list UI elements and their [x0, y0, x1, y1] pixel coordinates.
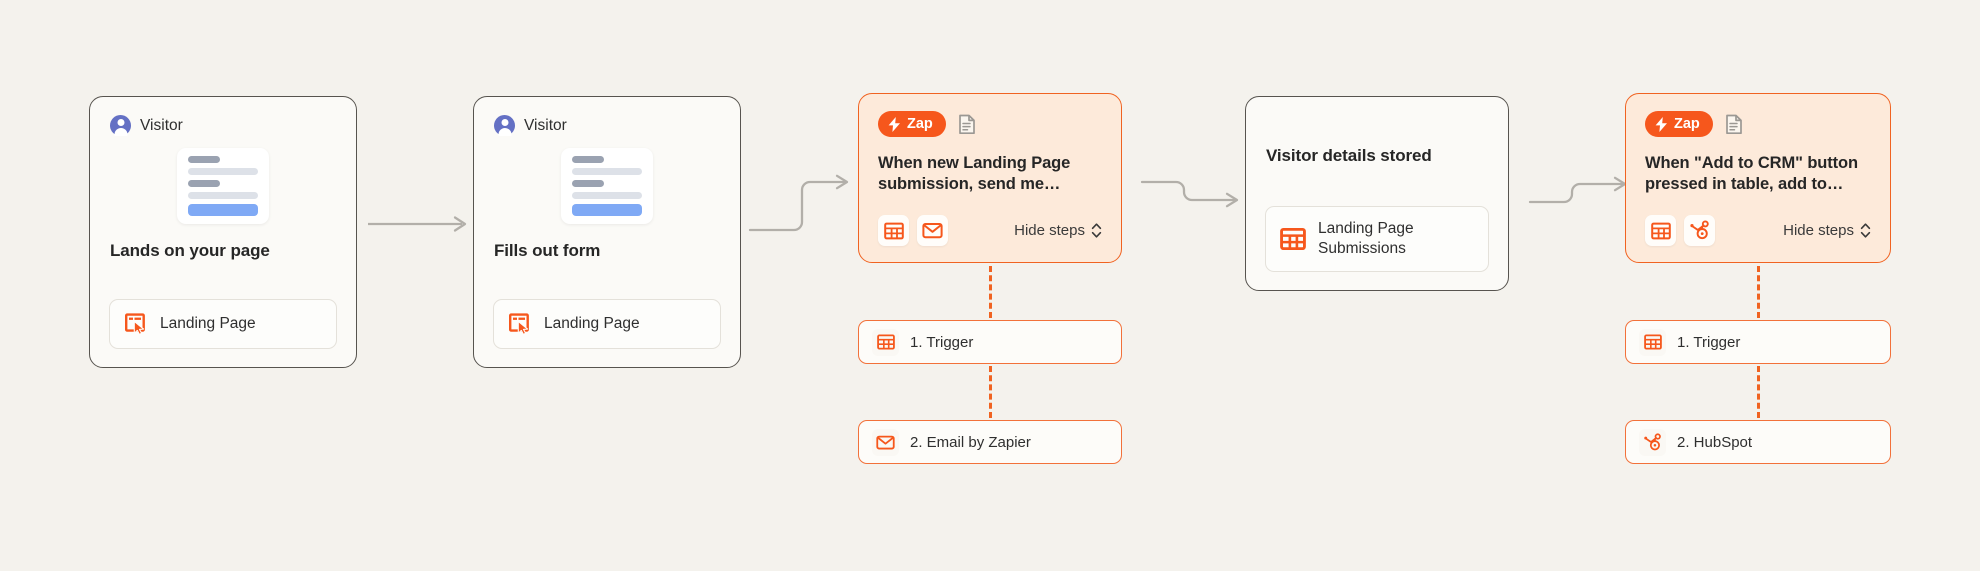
connector-3 — [1140, 168, 1248, 224]
app-chip-landing-page[interactable]: Landing Page — [493, 299, 721, 349]
card-zap-hubspot[interactable]: Zap When "Add to CRM" button pressed in … — [1625, 93, 1891, 263]
zap-step-2[interactable]: 2. Email by Zapier — [858, 420, 1122, 464]
step-dashed-line — [989, 366, 992, 418]
tables-icon[interactable] — [1645, 215, 1676, 246]
step-label: 2. HubSpot — [1677, 433, 1753, 451]
tables-icon — [1639, 328, 1666, 356]
tables-icon — [1280, 226, 1306, 252]
card-title: Fills out form — [494, 241, 601, 260]
flow-diagram-canvas: Visitor Lands on your page Landing Page — [0, 0, 1980, 571]
hide-steps-toggle[interactable]: Hide steps — [1783, 222, 1871, 239]
connector-2 — [748, 172, 858, 242]
landing-page-icon — [124, 312, 148, 336]
document-icon[interactable] — [1725, 114, 1743, 135]
zap-badge-label: Zap — [1674, 116, 1700, 132]
step-label: 2. Email by Zapier — [910, 433, 1031, 451]
mock-bar — [188, 180, 221, 187]
zap-footer-row: Hide steps — [1645, 215, 1871, 246]
mock-bar — [188, 168, 258, 175]
hide-steps-toggle[interactable]: Hide steps — [1014, 222, 1102, 239]
zap-app-icons — [878, 215, 948, 246]
zap-badge[interactable]: Zap — [878, 111, 946, 137]
mock-bar — [572, 192, 642, 199]
chevron-updown-icon — [1091, 222, 1102, 239]
app-chip-label: Landing Page Submissions — [1318, 219, 1414, 257]
mock-bar — [188, 192, 258, 199]
app-chip-label: Landing Page — [544, 314, 640, 332]
zap-step-2[interactable]: 2. HubSpot — [1625, 420, 1891, 464]
document-icon[interactable] — [958, 114, 976, 135]
visitor-avatar-icon — [110, 115, 131, 136]
mock-bar — [572, 180, 605, 187]
hubspot-icon[interactable] — [1684, 215, 1715, 246]
hubspot-icon — [1639, 428, 1666, 456]
hide-steps-label: Hide steps — [1783, 222, 1854, 239]
card-title: Lands on your page — [110, 241, 270, 260]
mock-bar — [572, 168, 642, 175]
step-dashed-line — [1757, 366, 1760, 418]
mock-bar — [572, 156, 605, 163]
step-label: 1. Trigger — [1677, 333, 1741, 351]
zap-step-1[interactable]: 1. Trigger — [858, 320, 1122, 364]
app-chip-landing-page[interactable]: Landing Page — [109, 299, 337, 349]
step-label: 1. Trigger — [910, 333, 974, 351]
landing-page-icon — [508, 312, 532, 336]
app-chip-label: Landing Page — [160, 314, 256, 332]
form-mockup-graphic — [561, 148, 653, 224]
card-title: When "Add to CRM" button pressed in tabl… — [1645, 154, 1859, 194]
step-dashed-line — [1757, 266, 1760, 318]
card-visitor-details-stored[interactable]: Visitor details stored Landing Page Subm… — [1245, 96, 1509, 291]
connector-4 — [1528, 170, 1636, 226]
tables-icon[interactable] — [878, 215, 909, 246]
mock-submit-bar — [188, 204, 258, 216]
card-fills-out-form[interactable]: Visitor Fills out form Landing Page — [473, 96, 741, 368]
zap-badge-label: Zap — [907, 116, 933, 132]
mock-bar — [188, 156, 221, 163]
app-chip-landing-page-submissions[interactable]: Landing Page Submissions — [1265, 205, 1489, 272]
zap-header-row: Zap — [859, 94, 1121, 137]
zap-bolt-icon — [1655, 116, 1668, 132]
zap-bolt-icon — [888, 116, 901, 132]
zap-badge[interactable]: Zap — [1645, 111, 1713, 137]
card-title: Visitor details stored — [1266, 146, 1432, 165]
persona-row: Visitor — [474, 97, 740, 136]
zap-header-row: Zap — [1626, 94, 1890, 137]
email-icon[interactable] — [917, 215, 948, 246]
chevron-updown-icon — [1860, 222, 1871, 239]
hide-steps-label: Hide steps — [1014, 222, 1085, 239]
mock-submit-bar — [572, 204, 642, 216]
zap-step-1[interactable]: 1. Trigger — [1625, 320, 1891, 364]
form-mockup-graphic — [177, 148, 269, 224]
email-icon — [872, 428, 899, 456]
persona-row: Visitor — [90, 97, 356, 136]
visitor-avatar-icon — [494, 115, 515, 136]
tables-icon — [872, 328, 899, 356]
zap-footer-row: Hide steps — [878, 215, 1102, 246]
step-dashed-line — [989, 266, 992, 318]
zap-app-icons — [1645, 215, 1715, 246]
persona-label: Visitor — [524, 116, 567, 134]
card-title: When new Landing Page submission, send m… — [878, 154, 1071, 194]
card-lands-on-page[interactable]: Visitor Lands on your page Landing Page — [89, 96, 357, 368]
card-zap-email[interactable]: Zap When new Landing Page submission, se… — [858, 93, 1122, 263]
persona-label: Visitor — [140, 116, 183, 134]
connector-1 — [366, 212, 476, 236]
